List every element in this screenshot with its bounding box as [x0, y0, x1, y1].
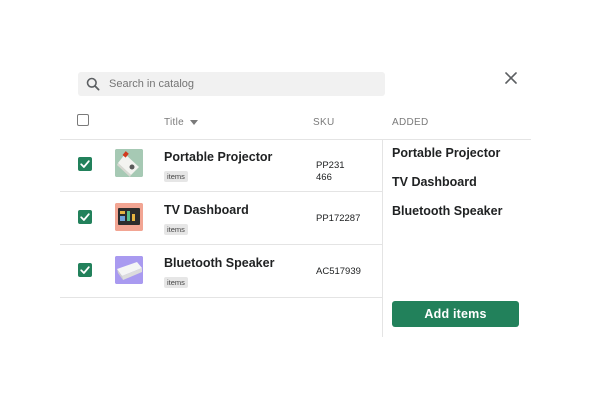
title-header-label: Title: [164, 117, 185, 128]
row-checkbox-checked[interactable]: [78, 157, 92, 171]
added-item: Bluetooth Speaker: [392, 204, 503, 218]
table-row[interactable]: Bluetooth Speaker items AC517939: [60, 245, 382, 298]
title-column-header[interactable]: Title: [164, 117, 198, 128]
projector-image: [115, 149, 143, 177]
select-all-checkbox[interactable]: [77, 114, 89, 126]
product-title[interactable]: Portable Projector: [164, 150, 272, 164]
added-item: TV Dashboard: [392, 175, 477, 189]
added-item: Portable Projector: [392, 146, 501, 160]
product-title[interactable]: Bluetooth Speaker: [164, 256, 274, 270]
close-icon[interactable]: [503, 70, 519, 86]
added-column-header: ADDED: [392, 117, 429, 128]
row-checkbox-checked[interactable]: [78, 263, 92, 277]
checkmark-icon: [80, 160, 90, 168]
search-icon: [86, 77, 100, 91]
product-type-badge: items: [164, 277, 188, 288]
checkmark-icon: [80, 213, 90, 221]
tv-dashboard-image: [115, 203, 143, 231]
search-input[interactable]: [106, 72, 382, 96]
table-row[interactable]: Portable Projector items PP231 466: [60, 139, 382, 192]
sort-down-icon: [190, 120, 198, 125]
sku-column-header: SKU: [313, 117, 335, 128]
search-bar[interactable]: [78, 72, 385, 96]
add-items-button[interactable]: Add items: [392, 301, 519, 327]
product-type-badge: items: [164, 224, 188, 235]
product-title[interactable]: TV Dashboard: [164, 203, 249, 217]
panel-divider: [382, 139, 383, 337]
product-sku: AC517939: [316, 266, 361, 277]
product-sku: PP172287: [316, 213, 361, 224]
product-sku: PP231 466: [316, 160, 345, 183]
speaker-image: [115, 256, 143, 284]
table-row[interactable]: TV Dashboard items PP172287: [60, 192, 382, 245]
checkmark-icon: [80, 266, 90, 274]
product-type-badge: items: [164, 171, 188, 182]
row-checkbox-checked[interactable]: [78, 210, 92, 224]
